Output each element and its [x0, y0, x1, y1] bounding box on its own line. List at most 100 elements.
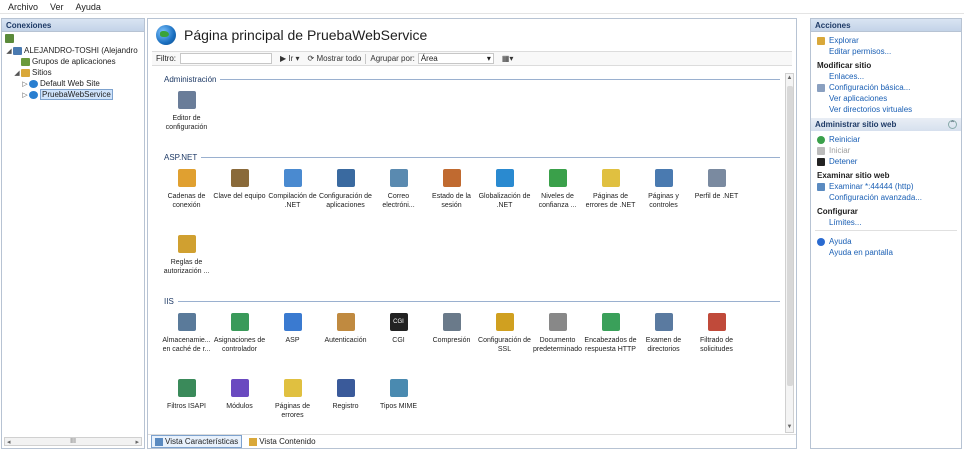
menu-item-archivo[interactable]: Archivo	[8, 2, 38, 12]
connections-title: Conexiones	[2, 19, 144, 32]
section-divider	[220, 78, 780, 80]
features-vscrollbar[interactable]: ▲ ▼	[785, 73, 794, 433]
action-link[interactable]: Explorar	[811, 35, 961, 46]
feature-label: Documento predeterminado	[532, 337, 583, 353]
feature-tile[interactable]: Perfil de .NET	[690, 163, 743, 229]
feature-tile[interactable]: Tipos MIME	[372, 373, 425, 429]
tab-content-view[interactable]: Vista Contenido	[246, 436, 318, 447]
action-link[interactable]: Enlaces...	[811, 71, 961, 82]
tree-item-label: ALEJANDRO-TOSHI (Alejandro	[24, 46, 138, 55]
scroll-down-arrow[interactable]: ▼	[786, 423, 793, 432]
feature-tile[interactable]: Asignaciones de controlador	[213, 307, 266, 373]
tree-item[interactable]: ▷ Default Web Site	[2, 78, 144, 89]
cgi-icon: CGI	[389, 313, 408, 331]
filter-input[interactable]	[180, 53, 272, 64]
restart-icon	[817, 135, 825, 144]
feature-tile[interactable]: Páginas de errores de .NET	[584, 163, 637, 229]
feature-tile[interactable]: Correo electróni...	[372, 163, 425, 229]
tree-item[interactable]: ◢ Sitios	[2, 67, 144, 78]
feature-tile[interactable]: Autenticación	[319, 307, 372, 373]
menu-item-ayuda[interactable]: Ayuda	[76, 2, 101, 12]
view-mode-button[interactable]: ▦▾	[502, 54, 514, 63]
action-link[interactable]: Ver aplicaciones	[811, 93, 961, 104]
section-title: Administración	[164, 74, 217, 84]
tree-expander-icon[interactable]: ▷	[21, 80, 29, 88]
action-label: Ver directorios virtuales	[829, 105, 913, 114]
connections-panel: Conexiones ◢ ALEJANDRO-TOSHI (Alejandro Gr…	[1, 18, 145, 449]
tab-features-view[interactable]: Vista Características	[151, 435, 243, 448]
actions-subheader[interactable]: Administrar sitio web ⌃	[811, 118, 961, 131]
feature-tile[interactable]: CGI CGI	[372, 307, 425, 373]
scroll-thumb[interactable]	[787, 86, 793, 386]
actions-group: Explorar Editar permisos... Modificar siti…	[811, 32, 961, 115]
tree-item[interactable]: Grupos de aplicaciones	[2, 56, 144, 67]
feature-label: Niveles de confianza ...	[538, 193, 577, 209]
feature-tile[interactable]: ASP	[266, 307, 319, 373]
action-label: Límites...	[829, 218, 862, 227]
feature-tile[interactable]: Editor de configuración	[160, 85, 213, 151]
tree-expander-icon[interactable]: ◢	[13, 69, 21, 77]
tree-item[interactable]: ▷ PruebaWebService	[2, 89, 144, 100]
tree-item[interactable]: ◢ ALEJANDRO-TOSHI (Alejandro	[2, 45, 144, 56]
tree-item-label: Default Web Site	[40, 79, 100, 88]
feature-tile[interactable]: Cadenas de conexión	[160, 163, 213, 229]
action-label: Reiniciar	[829, 135, 861, 144]
feature-tile[interactable]: Almacenamie... en caché de r...	[160, 307, 213, 373]
feature-tile[interactable]: Examen de directorios	[637, 307, 690, 373]
feature-tile[interactable]: Estado de la sesión	[425, 163, 478, 229]
action-label: Examinar *:44444 (http)	[829, 182, 914, 191]
scroll-right-arrow[interactable]: ▸	[135, 438, 139, 446]
feature-tile[interactable]: Filtrado de solicitudes	[690, 307, 743, 373]
feature-label: Tipos MIME	[379, 403, 418, 410]
scroll-left-arrow[interactable]: ◂	[7, 438, 11, 446]
group-by-select[interactable]: Área ▾	[417, 53, 494, 64]
action-link[interactable]: Ayuda	[811, 236, 961, 247]
feature-tile[interactable]: Globalización de .NET	[478, 163, 531, 229]
feature-tile[interactable]: Reglas de autorización ...	[160, 229, 213, 295]
feature-tile[interactable]: Páginas de errores	[266, 373, 319, 429]
feature-tile[interactable]: Módulos	[213, 373, 266, 429]
tree-expander-icon[interactable]: ◢	[5, 47, 13, 55]
view-tabs: Vista Características Vista Contenido	[148, 434, 796, 448]
tab-label: Vista Características	[165, 437, 239, 446]
group-by-value: Área	[420, 54, 438, 63]
feature-tile[interactable]: Clave del equipo	[213, 163, 266, 229]
action-link[interactable]: Límites...	[811, 217, 961, 228]
action-link[interactable]: Detener	[811, 156, 961, 167]
collapse-chevron-icon[interactable]: ⌃	[948, 120, 957, 129]
feature-label: CGI	[392, 337, 405, 344]
new-connection-icon[interactable]	[5, 34, 14, 43]
feature-tile[interactable]: Registro	[319, 373, 372, 429]
action-link[interactable]: Editar permisos...	[811, 46, 961, 57]
show-all-button[interactable]: ⟳ Mostrar todo	[308, 54, 362, 63]
action-link[interactable]: Ver directorios virtuales	[811, 104, 961, 115]
connections-tree: ◢ ALEJANDRO-TOSHI (Alejandro Grupos de apl…	[2, 45, 144, 100]
action-link[interactable]: Ayuda en pantalla	[811, 247, 961, 258]
asp-icon	[283, 313, 302, 331]
action-link[interactable]: Configuración avanzada...	[811, 192, 961, 203]
actions-list: Explorar Editar permisos... Modificar siti…	[811, 32, 961, 258]
scroll-up-arrow[interactable]: ▲	[786, 74, 793, 83]
feature-tile[interactable]: Encabezados de respuesta HTTP	[584, 307, 637, 373]
feature-tile[interactable]: Configuración de aplicaciones	[319, 163, 372, 229]
feature-tile[interactable]: Compresión	[425, 307, 478, 373]
feature-tile[interactable]: Documento predeterminado	[531, 307, 584, 373]
connections-hscrollbar[interactable]: ◂ III ▸	[4, 437, 142, 446]
feature-label: Páginas y controles	[648, 193, 679, 209]
feature-tile[interactable]: Filtros ISAPI	[160, 373, 213, 429]
net-profile-icon	[707, 169, 726, 187]
action-link[interactable]: Examinar *:44444 (http)	[811, 181, 961, 192]
mime-types-icon	[389, 379, 408, 397]
feature-tile[interactable]: Compilación de .NET	[266, 163, 319, 229]
feature-tile[interactable]: Configuración de SSL	[478, 307, 531, 373]
feature-grid: Almacenamie... en caché de r... Asignacio…	[152, 307, 780, 429]
go-button[interactable]: ▶ Ir ▾	[280, 54, 300, 63]
action-link[interactable]: Configuración básica...	[811, 82, 961, 93]
action-link[interactable]: Reiniciar	[811, 134, 961, 145]
action-label: Examinar sitio web	[817, 171, 890, 180]
menu-item-ver[interactable]: Ver	[50, 2, 64, 12]
feature-tile[interactable]: Niveles de confianza ...	[531, 163, 584, 229]
feature-tile[interactable]: Páginas y controles	[637, 163, 690, 229]
tree-expander-icon[interactable]: ▷	[21, 91, 29, 99]
feature-label: Editor de configuración	[165, 115, 208, 131]
